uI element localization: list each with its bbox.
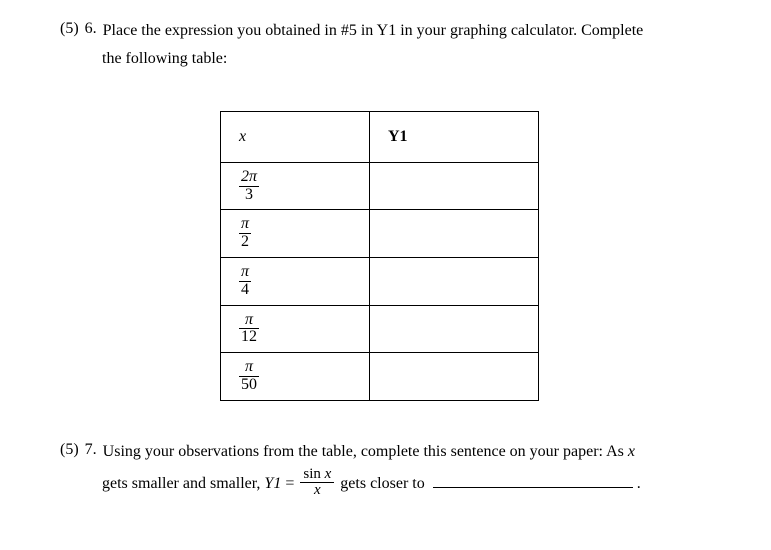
y1-cell[interactable] xyxy=(370,353,539,401)
fraction: π 12 xyxy=(239,312,259,347)
table-row: π 2 xyxy=(221,210,539,258)
fraction: 2π 3 xyxy=(239,169,259,204)
fraction: π 50 xyxy=(239,359,259,394)
q7-period: . xyxy=(637,475,641,492)
x-cell: π 50 xyxy=(221,353,370,401)
q7-points: (5) xyxy=(60,441,79,459)
sinx-numerator: sin x xyxy=(300,467,334,483)
fraction-numerator: π xyxy=(239,264,251,282)
sinx-denominator: x xyxy=(300,483,334,498)
fraction-denominator: 12 xyxy=(239,329,259,346)
fraction-numerator: π xyxy=(239,312,259,330)
table-row: π 4 xyxy=(221,257,539,305)
q6-number: 6. xyxy=(85,20,97,38)
y1-cell[interactable] xyxy=(370,162,539,210)
q6-points: (5) xyxy=(60,20,79,38)
fraction-denominator: 3 xyxy=(239,187,259,204)
fraction-numerator: π xyxy=(239,359,259,377)
table-container: x Y1 2π 3 π 2 xyxy=(220,111,731,401)
x-cell: π 4 xyxy=(221,257,370,305)
q7-text-line1: Using your observations from the table, … xyxy=(103,441,635,463)
table-header-y1: Y1 xyxy=(370,111,539,162)
fraction-numerator: π xyxy=(239,216,251,234)
x-cell: π 12 xyxy=(221,305,370,353)
table-header-row: x Y1 xyxy=(221,111,539,162)
question-6: (5) 6. Place the expression you obtained… xyxy=(60,20,731,401)
y1-cell[interactable] xyxy=(370,257,539,305)
q6-heading: (5) 6. Place the expression you obtained… xyxy=(60,20,731,42)
q7-text-line2a: gets smaller and smaller, xyxy=(102,475,260,492)
q7-var-x: x xyxy=(628,443,635,460)
fraction: π 2 xyxy=(239,216,251,251)
x-cell: π 2 xyxy=(221,210,370,258)
answer-blank[interactable] xyxy=(433,471,633,488)
table-header-x: x xyxy=(221,111,370,162)
q7-number: 7. xyxy=(85,441,97,459)
sin-var: x xyxy=(325,466,332,482)
fraction-numerator: 2π xyxy=(239,169,259,187)
q7-heading: (5) 7. Using your observations from the … xyxy=(60,441,731,463)
y1-cell[interactable] xyxy=(370,210,539,258)
values-table: x Y1 2π 3 π 2 xyxy=(220,111,539,401)
q7-text-line2b: gets closer to xyxy=(340,475,424,492)
q7-text-line1-main: Using your observations from the table, … xyxy=(103,443,624,460)
table-row: π 50 xyxy=(221,353,539,401)
x-cell: 2π 3 xyxy=(221,162,370,210)
q7-y1-label: Y1 xyxy=(264,475,281,492)
fraction-denominator: 4 xyxy=(239,282,251,299)
sinx-over-x: sin x x xyxy=(300,467,334,498)
table-row: 2π 3 xyxy=(221,162,539,210)
q6-text-line1: Place the expression you obtained in #5 … xyxy=(103,20,644,42)
sin-text: sin xyxy=(303,466,321,482)
fraction: π 4 xyxy=(239,264,251,299)
q7-text-line2: gets smaller and smaller, Y1 = sin x x g… xyxy=(102,469,731,500)
fraction-denominator: 2 xyxy=(239,234,251,251)
question-7: (5) 7. Using your observations from the … xyxy=(60,441,731,500)
q7-equals: = xyxy=(285,475,294,492)
fraction-denominator: 50 xyxy=(239,377,259,394)
y1-cell[interactable] xyxy=(370,305,539,353)
q6-text-line2: the following table: xyxy=(102,48,731,70)
table-row: π 12 xyxy=(221,305,539,353)
